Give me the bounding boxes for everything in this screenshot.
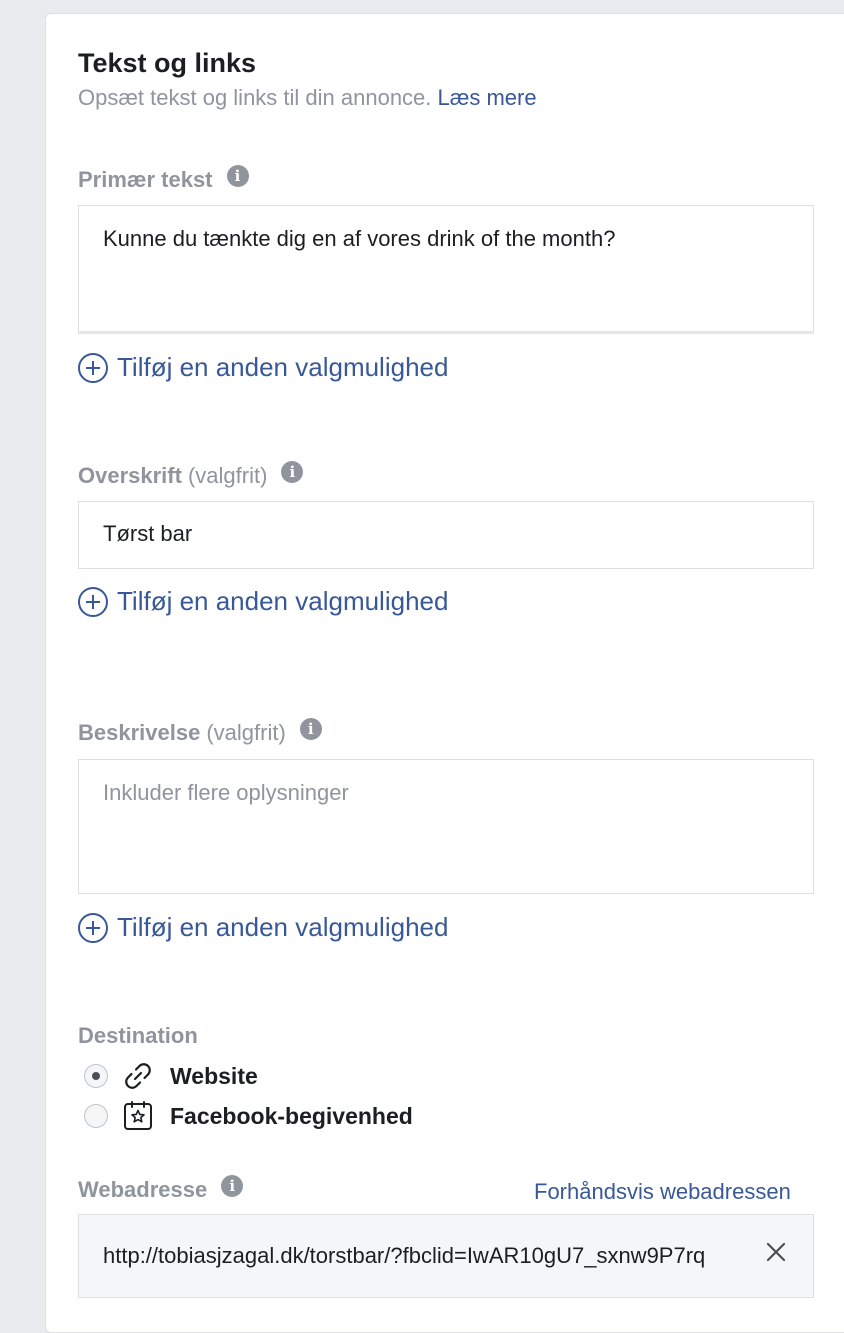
add-primary-text-option-button[interactable]: Tilføj en anden valgmulighed: [78, 352, 448, 383]
primary-text-field[interactable]: Kunne du tænkte dig en af vores drink of…: [78, 205, 814, 334]
section-subtitle: Opsæt tekst og links til din annonce. Læ…: [78, 85, 537, 111]
info-icon[interactable]: i: [299, 718, 322, 740]
add-headline-option-button[interactable]: Tilføj en anden valgmulighed: [78, 586, 448, 617]
headline-value: Tørst bar: [103, 521, 193, 546]
preview-web-address-link[interactable]: Forhåndsvis webadressen: [534, 1179, 791, 1205]
destination-option-label: Website: [170, 1062, 258, 1089]
radio-button[interactable]: [84, 1104, 108, 1128]
info-icon[interactable]: i: [226, 165, 249, 187]
web-address-value: http://tobiasjzagal.dk/torstbar/?fbclid=…: [103, 1243, 706, 1268]
learn-more-link[interactable]: Læs mere: [438, 85, 537, 110]
info-icon[interactable]: i: [221, 1175, 244, 1197]
text-and-links-panel: Tekst og links Opsæt tekst og links til …: [45, 13, 844, 1333]
description-label-text: Beskrivelse: [78, 720, 201, 745]
headline-label: Overskrift (valgfrit) i: [78, 461, 304, 489]
web-address-field[interactable]: http://tobiasjzagal.dk/torstbar/?fbclid=…: [78, 1214, 814, 1298]
primary-text-label-text: Primær tekst: [78, 167, 213, 192]
web-address-label-text: Webadresse: [78, 1177, 208, 1202]
add-option-label: Tilføj en anden valgmulighed: [117, 912, 449, 942]
headline-label-text: Overskrift: [78, 463, 182, 488]
section-title: Tekst og links: [78, 48, 257, 78]
description-label: Beskrivelse (valgfrit) i: [78, 718, 322, 746]
plus-circle-icon: [78, 586, 108, 617]
primary-text-label: Primær tekst i: [78, 165, 249, 193]
plus-circle-icon: [78, 912, 108, 943]
description-placeholder: Inkluder flere oplysninger: [103, 780, 349, 805]
add-option-label: Tilføj en anden valgmulighed: [117, 586, 449, 616]
headline-field[interactable]: Tørst bar: [78, 501, 814, 569]
primary-text-value: Kunne du tænkte dig en af vores drink of…: [103, 226, 616, 251]
web-address-label: Webadresse i: [78, 1175, 244, 1203]
event-star-icon: [122, 1100, 154, 1132]
link-icon: [122, 1060, 154, 1092]
section-subtitle-text: Opsæt tekst og links til din annonce.: [78, 85, 432, 110]
add-description-option-button[interactable]: Tilføj en anden valgmulighed: [78, 912, 448, 943]
radio-button[interactable]: [84, 1064, 108, 1088]
optional-tag: (valgfrit): [187, 463, 268, 488]
description-field[interactable]: Inkluder flere oplysninger: [78, 759, 814, 894]
info-icon[interactable]: i: [281, 461, 304, 483]
destination-label-text: Destination: [78, 1023, 198, 1048]
clear-icon[interactable]: [765, 1241, 787, 1263]
plus-circle-icon: [78, 352, 108, 383]
destination-option-website[interactable]: Website: [84, 1060, 258, 1092]
destination-option-label: Facebook-begivenhed: [170, 1102, 413, 1129]
destination-option-facebook-event[interactable]: Facebook-begivenhed: [84, 1100, 413, 1132]
optional-tag: (valgfrit): [206, 720, 286, 745]
add-option-label: Tilføj en anden valgmulighed: [117, 352, 449, 382]
destination-label: Destination: [78, 1023, 198, 1049]
